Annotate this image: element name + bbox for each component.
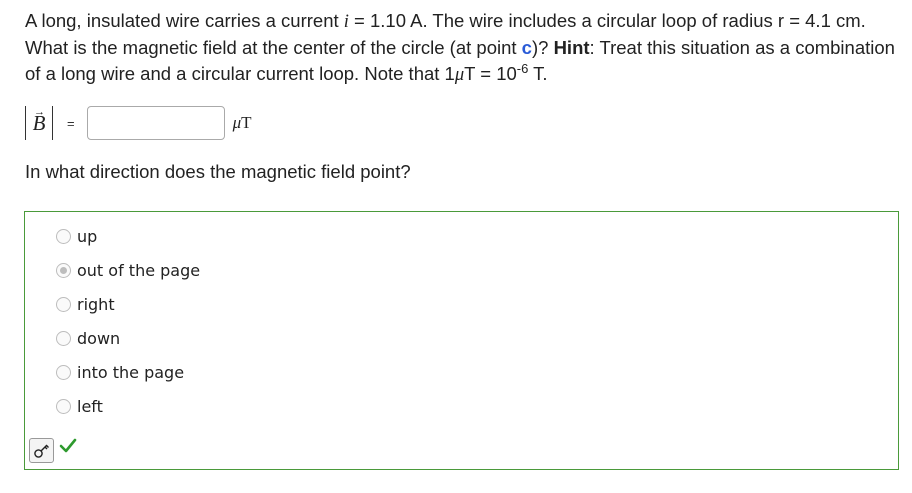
- choice-right[interactable]: right: [56, 292, 115, 316]
- radio-up[interactable]: [56, 228, 71, 244]
- magnetic-field-magnitude-symbol: → B: [25, 106, 53, 140]
- hint-label: Hint: [553, 37, 590, 58]
- exponent: -6: [516, 60, 529, 76]
- radio-left[interactable]: [56, 398, 71, 414]
- choice-left[interactable]: left: [56, 394, 103, 418]
- radio-down[interactable]: [56, 330, 71, 346]
- choice-out-of-page[interactable]: out of the page: [56, 258, 200, 282]
- radio-out-of-page[interactable]: [56, 262, 71, 278]
- radio-into-page[interactable]: [56, 364, 71, 380]
- mu-symbol: μ: [454, 65, 465, 85]
- key-icon: [34, 444, 49, 458]
- choice-up[interactable]: up: [56, 224, 97, 248]
- vector-arrow: →: [34, 106, 45, 118]
- choice-label: up: [77, 226, 98, 246]
- checkmark-icon: [59, 438, 77, 453]
- choice-down[interactable]: down: [56, 326, 120, 350]
- direction-choices-box: up out of the page right down into the p…: [24, 211, 899, 470]
- answer-row: → B = μT: [25, 104, 252, 142]
- point-label: c: [521, 37, 532, 58]
- direction-question: In what direction does the magnetic fiel…: [25, 161, 411, 182]
- question-part: A long, insulated wire carries a current: [25, 10, 344, 31]
- question-part: T.: [528, 63, 548, 84]
- choice-label: into the page: [77, 362, 185, 382]
- unit-label: μT: [233, 113, 252, 133]
- key-button[interactable]: [29, 438, 54, 463]
- field-magnitude-input[interactable]: [86, 106, 225, 140]
- question-part: )?: [531, 37, 554, 58]
- unit-t: T: [241, 113, 252, 132]
- equals-sign: =: [67, 115, 75, 131]
- choice-label: right: [77, 294, 115, 314]
- radio-right[interactable]: [56, 296, 71, 312]
- choice-label: left: [77, 396, 103, 416]
- question-part: T = 10: [464, 63, 517, 84]
- unit-mu: μ: [232, 113, 242, 132]
- choice-label: down: [77, 328, 121, 348]
- choice-into-page[interactable]: into the page: [56, 360, 184, 384]
- choice-label: out of the page: [77, 260, 201, 280]
- question-text: A long, insulated wire carries a current…: [25, 8, 900, 88]
